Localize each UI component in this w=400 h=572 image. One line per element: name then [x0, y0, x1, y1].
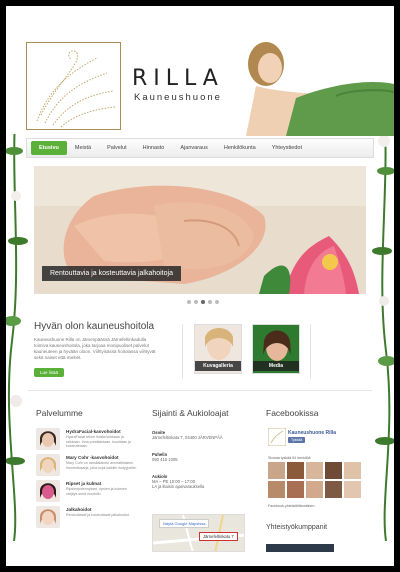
page-frame: RILLA Kauneushuone Etusivu Meistä Palvelut… — [6, 6, 394, 566]
service-item[interactable]: HydraFacial-kasvohoidot HydraFacial tekee… — [36, 428, 136, 452]
partners-title: Yhteistyökumppanit — [266, 524, 328, 531]
section-divider — [28, 390, 372, 391]
brand-name: RILLA — [132, 66, 224, 91]
hours-block: Aukiolo MA – PE 10:00 – 17:00 LA ja ilta… — [152, 474, 204, 490]
facebook-fan-avatar[interactable] — [287, 462, 304, 479]
nav-item[interactable]: Henkilökunta — [216, 141, 264, 155]
map-pin: Järnefeltinkatu 7 — [199, 532, 238, 541]
service-name: Mary Cohr -kasvohoidot — [66, 455, 119, 460]
facebook-fan-avatar[interactable] — [287, 481, 304, 498]
nav-item[interactable]: Yhteystiedot — [264, 141, 310, 155]
phone-value[interactable]: 050 410 1005 — [152, 457, 178, 462]
service-thumbnail — [36, 480, 60, 502]
address-value: Järnefeltinkatu 7, 04400 JÄRVENPÄÄ — [152, 435, 223, 441]
site-header: RILLA Kauneushuone — [6, 6, 394, 136]
slider-dot[interactable] — [215, 300, 219, 304]
intro-text: Kauneushuone Rilla on Järvenpäässä Järne… — [34, 337, 156, 360]
nav-item[interactable]: Meistä — [67, 141, 99, 155]
page-logo-icon — [268, 428, 286, 446]
service-description: HydraFacial tekee ihosta kirkkaan ja rai… — [66, 435, 131, 449]
facebook-like-button[interactable]: Tykkää — [288, 437, 306, 443]
service-item[interactable]: Jalkahoidot Rentouttavat ja kosteuttavat … — [36, 506, 136, 530]
services-title: Palvelumme — [36, 408, 83, 418]
service-description: Ripsienpidennykset, ripsien ja kulmien v… — [66, 487, 127, 496]
intro-title: Hyvän olon kauneushoitola — [34, 321, 155, 332]
facebook-fan-avatar[interactable] — [325, 481, 342, 498]
logo-swirl-icon — [36, 50, 116, 128]
service-description: Rentouttavat ja kosteuttavat jalkahoidot… — [66, 513, 130, 517]
facebook-fan-avatar[interactable] — [306, 481, 323, 498]
facebook-fan-avatar[interactable] — [268, 462, 285, 479]
service-thumbnail — [36, 506, 60, 528]
nav-item[interactable]: Ajanvaraus — [172, 141, 216, 155]
media-label: Media — [253, 361, 299, 371]
gallery-card[interactable]: Kuvagalleria — [194, 324, 242, 374]
phone-block: Puhelin 050 410 1005 — [152, 452, 178, 462]
hours-note: LA ja iltaisin ajanvarauksella — [152, 484, 205, 490]
service-description: Mary Cohr on ranskalainen ammattilaisten… — [66, 461, 137, 470]
facebook-page-name[interactable]: Kauneushuone Rilla — [288, 430, 336, 436]
facebook-title: Facebookissa — [266, 408, 319, 418]
map-link[interactable]: Näytä Google Mapsissa — [159, 519, 210, 528]
header-model-image — [246, 42, 394, 136]
brand-subtitle: Kauneushuone — [134, 92, 222, 103]
main-navigation: Etusivu Meistä Palvelut Hinnasto Ajanvaraus H… — [26, 138, 374, 158]
media-card[interactable]: Media — [252, 324, 300, 374]
facebook-fan-avatar[interactable] — [306, 462, 323, 479]
partner-logo[interactable] — [266, 544, 334, 552]
slider-dot[interactable] — [201, 300, 205, 304]
address-block: Osoite Järnefeltinkatu 7, 04400 JÄRVENPÄ… — [152, 430, 223, 440]
hero-slider[interactable]: Rentouttavia ja kosteuttavia jalkahoitoj… — [34, 166, 366, 294]
slider-dot[interactable] — [208, 300, 212, 304]
facebook-like-count: Sivusta tykkää 94 henkilöä — [268, 456, 311, 460]
contact-title: Sijainti & Aukioloajat — [152, 408, 229, 418]
flower-decoration-right — [372, 101, 394, 541]
logo[interactable] — [26, 42, 121, 130]
flower-decoration-left — [6, 101, 28, 541]
service-name: Jalkahoidot — [66, 507, 92, 512]
nav-item[interactable]: Palvelut — [99, 141, 135, 155]
facebook-fan-avatar[interactable] — [268, 481, 285, 498]
slider-caption: Rentouttavia ja kosteuttavia jalkahoitoj… — [42, 266, 181, 281]
facebook-faces — [268, 462, 361, 498]
service-thumbnail — [36, 428, 60, 450]
slider-dot[interactable] — [187, 300, 191, 304]
facebook-widget: Kauneushuone Rilla Tykkää Sivusta tykkää… — [266, 426, 362, 516]
service-thumbnail — [36, 454, 60, 476]
service-name: Ripset ja kulmat — [66, 481, 102, 486]
divider — [182, 324, 183, 379]
facebook-plugin-label: Facebook-yhteisöliitännäinen — [268, 504, 315, 508]
facebook-fan-avatar[interactable] — [344, 481, 361, 498]
facebook-fan-avatar[interactable] — [325, 462, 342, 479]
read-more-button[interactable]: Lue lisää — [34, 368, 65, 377]
service-item[interactable]: Mary Cohr -kasvohoidot Mary Cohr on ransk… — [36, 454, 137, 478]
service-name: HydraFacial-kasvohoidot — [66, 429, 121, 434]
slider-dot[interactable] — [194, 300, 198, 304]
nav-item[interactable]: Hinnasto — [135, 141, 173, 155]
facebook-fan-avatar[interactable] — [344, 462, 361, 479]
divider — [310, 324, 311, 379]
gallery-label: Kuvagalleria — [195, 361, 241, 371]
nav-item[interactable]: Etusivu — [31, 141, 67, 155]
location-map[interactable]: Näytä Google Mapsissa Järnefeltinkatu 7 — [152, 514, 245, 552]
service-item[interactable]: Ripset ja kulmat Ripsienpidennykset, rips… — [36, 480, 136, 504]
slider-dots — [187, 300, 219, 304]
